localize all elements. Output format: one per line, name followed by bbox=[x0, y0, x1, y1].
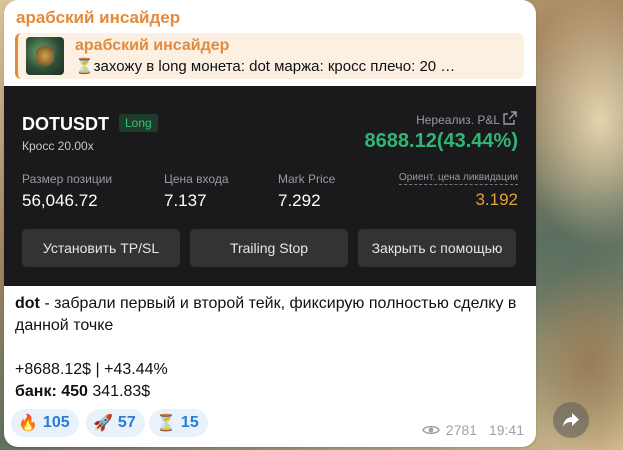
message-line-1: dot - забрали первый и второй тейк, фикс… bbox=[15, 293, 520, 337]
share-icon bbox=[503, 111, 517, 125]
stat-entry-price: Цена входа 7.137 bbox=[164, 172, 229, 211]
stat-value: 7.292 bbox=[278, 191, 321, 210]
message-time: 19:41 bbox=[488, 422, 524, 438]
message-line-1-rest: - забрали первый и второй тейк, фиксирую… bbox=[15, 295, 517, 334]
pair-name: DOTUSDT bbox=[22, 114, 109, 134]
pnl-value: 8688.12(43.44%) bbox=[364, 130, 518, 152]
stat-value: 56,046.72 bbox=[22, 191, 98, 210]
stat-liquidation-price: Ориент. цена ликвидации 3.192 bbox=[398, 172, 518, 210]
stat-value: 7.137 bbox=[164, 191, 207, 210]
sender-name[interactable]: арабский инсайдер bbox=[16, 8, 180, 28]
set-tpsl-button: Установить TP/SL bbox=[22, 229, 180, 267]
rocket-icon: 🚀 bbox=[93, 415, 113, 432]
bank-line: банк: 450 341.83$ bbox=[15, 381, 520, 403]
reaction-count: 105 bbox=[42, 414, 70, 431]
margin-mode: Кросс 20.00x bbox=[22, 139, 94, 153]
stat-label: Ориент. цена ликвидации bbox=[398, 172, 518, 185]
forward-button[interactable] bbox=[553, 402, 589, 438]
bank-value: 341.83$ bbox=[87, 383, 151, 400]
reaction-rocket[interactable]: 🚀 57 bbox=[86, 409, 145, 437]
stat-label: Цена входа bbox=[164, 172, 229, 186]
reply-title: арабский инсайдер bbox=[75, 37, 230, 54]
close-with-button: Закрыть с помощью bbox=[358, 229, 516, 267]
pnl-label: Нереализ. P&L bbox=[416, 113, 500, 127]
stat-label: Размер позиции bbox=[22, 172, 113, 186]
message-meta: 2781 19:41 bbox=[421, 422, 524, 438]
reaction-count: 57 bbox=[117, 414, 136, 431]
message-text: dot - забрали первый и второй тейк, фикс… bbox=[15, 293, 520, 403]
bank-label: банк: 450 bbox=[15, 383, 88, 400]
result-line: +8688.12$ | +43.44% bbox=[15, 361, 168, 378]
stat-position-size: Размер позиции 56,046.72 bbox=[22, 172, 112, 211]
forward-icon bbox=[563, 413, 579, 427]
side-badge: Long bbox=[119, 114, 158, 132]
coin-name: dot bbox=[15, 295, 40, 312]
reaction-fire[interactable]: 🔥 105 bbox=[11, 409, 79, 437]
eye-icon bbox=[421, 425, 440, 435]
stat-mark-price: Mark Price 7.292 bbox=[278, 172, 335, 211]
message-bubble[interactable]: арабский инсайдер арабский инсайдер ⏳зах… bbox=[4, 0, 536, 447]
reaction-count: 15 bbox=[180, 414, 199, 431]
reply-thumbnail bbox=[26, 37, 64, 75]
trailing-stop-button: Trailing Stop bbox=[190, 229, 348, 267]
reply-preview[interactable]: арабский инсайдер ⏳захожу в long монета:… bbox=[15, 33, 524, 79]
view-count: 2781 bbox=[445, 422, 477, 438]
reply-text: ⏳захожу в long монета: dot маржа: кросс … bbox=[75, 58, 456, 75]
stat-value: 3.192 bbox=[475, 190, 518, 209]
fire-icon: 🔥 bbox=[18, 415, 38, 432]
stat-label: Mark Price bbox=[278, 172, 336, 186]
reaction-hourglass[interactable]: ⏳ 15 bbox=[149, 409, 208, 437]
position-screenshot[interactable]: DOTUSDT Long Кросс 20.00x Нереализ. P&L … bbox=[4, 86, 536, 286]
hourglass-icon: ⏳ bbox=[156, 415, 176, 432]
